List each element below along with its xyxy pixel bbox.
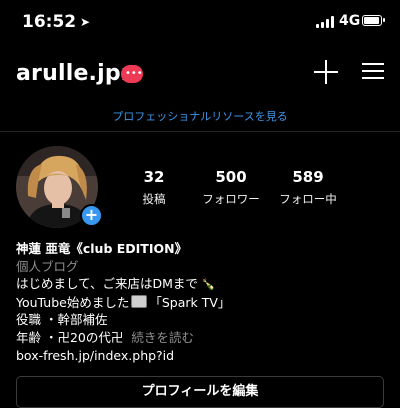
profile-bio: 神蓮 亜竜《club EDITION》 個人ブログ はじめまして、ご来店はDMま… xyxy=(16,240,386,364)
bio-text-3: 役職 ・幹部補佐 xyxy=(16,312,108,328)
bio-text-2b: 「Spark TV」 xyxy=(149,294,231,310)
bio-line: 年齢 ・卍20の代卍 続きを読む xyxy=(16,329,386,347)
hamburger-menu-icon[interactable] xyxy=(362,62,384,80)
account-category: 個人ブログ xyxy=(16,258,79,274)
username-switcher[interactable]: arulle.jpn xyxy=(16,61,137,86)
champagne-glass-icon: 🍾 xyxy=(201,278,216,292)
bio-text-1: はじめまして、ご来店はDMまで xyxy=(16,276,198,292)
edit-profile-button[interactable]: プロフィールを編集 xyxy=(16,376,384,408)
professional-resources-link[interactable]: プロフェッショナルリソースを見る xyxy=(0,108,400,124)
status-time: 16:52 xyxy=(22,12,77,32)
cell-signal-icon xyxy=(316,16,334,28)
bio-text-2a: YouTube始めました xyxy=(16,294,130,310)
divider xyxy=(0,131,400,132)
display-name: 神蓮 亜竜《club EDITION》 xyxy=(16,241,188,256)
following-label: フォロー中 xyxy=(279,192,337,206)
badge-dots: ••• xyxy=(125,68,143,79)
tv-icon xyxy=(131,294,148,308)
location-arrow-icon: ➤ xyxy=(80,15,91,29)
network-label: 4G xyxy=(339,13,361,29)
add-story-button[interactable]: + xyxy=(80,204,103,227)
battery-icon xyxy=(362,15,385,26)
bio-text-4: 年齢 ・卍20の代卍 xyxy=(16,329,124,345)
notification-badge[interactable]: ••• xyxy=(121,65,143,83)
status-bar: 16:52 ➤ 4G xyxy=(0,0,400,44)
website-link[interactable]: box-fresh.jp/index.php?id xyxy=(16,347,386,365)
plus-icon[interactable] xyxy=(314,60,338,84)
add-story-plus: + xyxy=(84,205,99,224)
bio-line: YouTube始めました 「Spark TV」 xyxy=(16,294,386,312)
following-count: 589 xyxy=(292,168,324,186)
profile-header: arulle.jpn ••• xyxy=(0,48,400,100)
read-more-link[interactable]: 続きを読む xyxy=(131,330,194,345)
following-stat[interactable]: 589 フォロー中 xyxy=(263,168,353,207)
bio-line: はじめまして、ご来店はDMまで 🍾 xyxy=(16,275,386,294)
